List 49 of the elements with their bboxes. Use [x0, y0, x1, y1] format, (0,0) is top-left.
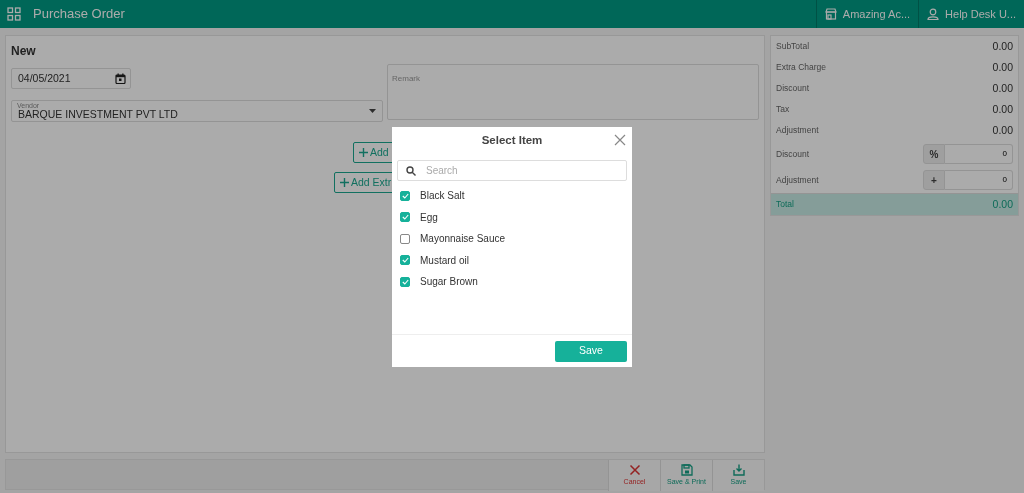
- summary-value: 0.00: [992, 122, 1013, 138]
- summary-label: Tax: [776, 103, 790, 116]
- amount-field[interactable]: 0: [945, 144, 1013, 164]
- close-icon: [614, 134, 626, 146]
- close-button[interactable]: [614, 134, 626, 146]
- item-label: Sugar Brown: [420, 275, 478, 290]
- input-prefix: +: [923, 170, 945, 190]
- checkbox[interactable]: [400, 233, 410, 244]
- user-icon: [927, 8, 940, 20]
- calendar-icon: [115, 73, 126, 84]
- summary-label: Extra Charge: [776, 61, 827, 74]
- checkbox[interactable]: [400, 190, 410, 201]
- remark-field[interactable]: Remark: [387, 64, 759, 120]
- summary-label: SubTotal: [776, 40, 810, 53]
- dialog-title: Select Item: [481, 133, 543, 149]
- close-icon: [628, 463, 641, 476]
- date-field[interactable]: 04/05/2021: [11, 68, 131, 89]
- user-menu[interactable]: Help Desk U...: [918, 0, 1024, 28]
- summary-label: Discount: [776, 82, 810, 95]
- vendor-value: BARQUE INVESTMENT PVT LTD: [18, 109, 178, 121]
- item-label: Egg: [420, 210, 438, 225]
- plus-icon: [359, 148, 368, 157]
- plus-icon: [340, 178, 349, 187]
- total-label: Total: [776, 198, 794, 211]
- total-value: 0.00: [992, 196, 1013, 212]
- summary-label: Discount: [776, 147, 810, 161]
- summary-label: Adjustment: [776, 173, 819, 187]
- summary-value: 0.00: [992, 101, 1013, 117]
- item-label: Mustard oil: [420, 253, 469, 268]
- input-prefix: %: [923, 144, 945, 164]
- page-title: Purchase Order: [33, 5, 125, 24]
- download-icon: [732, 463, 745, 476]
- dropdown-caret-icon: [369, 109, 376, 113]
- apps-icon[interactable]: [7, 7, 21, 21]
- item-label: Black Salt: [420, 189, 465, 204]
- form-heading: New: [11, 43, 37, 60]
- store-icon: [824, 8, 837, 20]
- search-field[interactable]: Search: [397, 160, 627, 181]
- checkbox[interactable]: [400, 255, 410, 266]
- checkbox[interactable]: [400, 276, 410, 287]
- company-menu[interactable]: Amazing Ac...: [815, 0, 919, 28]
- save-button[interactable]: Save: [555, 340, 627, 362]
- amount-field[interactable]: 0: [945, 170, 1013, 190]
- summary-value: 0.00: [992, 59, 1013, 75]
- item-label: Mayonnaise Sauce: [420, 232, 506, 247]
- summary-label: Adjustment: [776, 124, 819, 137]
- summary-value: 0.00: [992, 38, 1013, 54]
- summary-value: 0.00: [992, 80, 1013, 96]
- checkbox[interactable]: [400, 212, 410, 223]
